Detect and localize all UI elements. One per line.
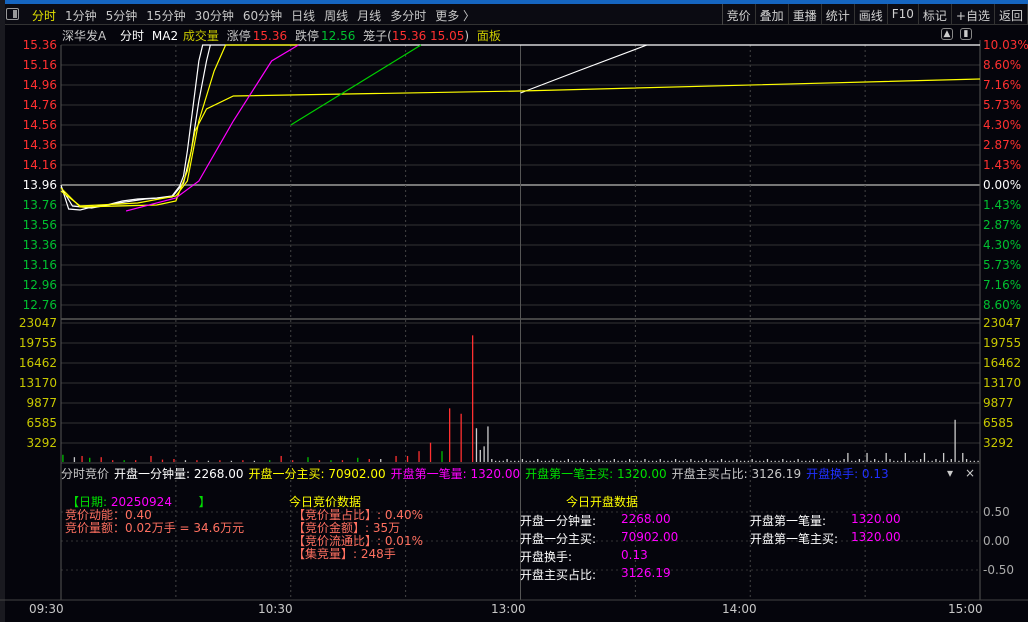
auction-axis-tick: -0.50	[983, 563, 1015, 577]
open-row-label: 开盘第一笔主买:	[750, 532, 839, 546]
price-tick: 13.96	[22, 178, 57, 192]
time-label: 15:00	[948, 602, 983, 616]
open-row-label: 开盘一分钟量:	[520, 514, 597, 528]
open-row-label: 开盘一分主买:	[520, 532, 597, 546]
auction-header-item: 开盘第一笔量: 1320.00	[390, 467, 521, 481]
volume-tick-right: 6585	[983, 416, 1014, 430]
auction-header-item: 开盘主买占比: 3126.19	[671, 467, 802, 481]
auction-header-item: 开盘第一笔主买: 1320.00	[525, 467, 667, 481]
open-row-label: 开盘第一笔量:	[750, 514, 827, 528]
price-tick: 14.96	[22, 78, 57, 92]
pct-tick: 10.03%	[983, 38, 1028, 52]
auction-amount: 竞价量额：0.02万手 = 34.6万元	[65, 521, 245, 535]
pct-tick: 8.60%	[983, 298, 1022, 312]
pct-tick: 5.73%	[983, 258, 1022, 272]
series-ma_slow	[125, 44, 299, 212]
collapse-icon[interactable]: ▾	[947, 466, 953, 480]
pct-tick: 2.87%	[983, 138, 1022, 152]
pct-tick: 8.60%	[983, 58, 1022, 72]
volume-tick-right: 3292	[983, 436, 1014, 450]
series-price2	[60, 44, 211, 209]
open-row-value: 1320.00	[851, 530, 901, 544]
price-tick: 15.16	[22, 58, 57, 72]
price-tick: 14.76	[22, 98, 57, 112]
pct-tick: 2.87%	[983, 218, 1022, 232]
auction-axis-tick: 0.00	[983, 534, 1010, 548]
time-label: 09:30	[29, 602, 64, 616]
volume-tick-right: 19755	[983, 336, 1022, 350]
auction-header: 分时竞价 开盘一分钟量: 2268.00 开盘一分主买: 70902.00 开盘第一笔…	[61, 465, 894, 482]
series-price3	[520, 44, 648, 94]
open-row-value: 1320.00	[851, 512, 901, 526]
pct-tick: 7.16%	[983, 278, 1022, 292]
volume-tick-right: 16462	[983, 356, 1022, 370]
today-open-title: 今日开盘数据	[566, 495, 639, 509]
price-tick: 14.16	[22, 158, 57, 172]
time-label: 10:30	[258, 602, 293, 616]
price-tick: 13.16	[22, 258, 57, 272]
volume-tick: 23047	[18, 316, 57, 330]
auction-axis-tick: 0.50	[983, 505, 1010, 519]
open-row-value: 3126.19	[621, 566, 671, 580]
auction-header-item: 开盘一分主买: 70902.00	[248, 467, 386, 481]
price-tick: 12.96	[22, 278, 57, 292]
time-label: 14:00	[722, 602, 757, 616]
pct-tick: 1.43%	[983, 158, 1022, 172]
time-label: 13:00	[491, 602, 526, 616]
pct-tick: 0.00%	[983, 178, 1022, 192]
volume-tick-right: 9877	[983, 396, 1014, 410]
price-tick: 13.56	[22, 218, 57, 232]
pct-tick: 5.73%	[983, 98, 1022, 112]
open-row-value: 0.13	[621, 548, 648, 562]
price-tick: 14.36	[22, 138, 57, 152]
volume-tick: 16462	[18, 356, 57, 370]
open-row-label: 开盘换手:	[520, 550, 573, 564]
open-row-label: 开盘主买占比:	[520, 568, 597, 582]
volume-tick: 9877	[26, 396, 57, 410]
pct-tick: 1.43%	[983, 198, 1022, 212]
auction-header-item: 开盘一分钟量: 2268.00	[114, 467, 244, 481]
pct-tick: 4.30%	[983, 238, 1022, 252]
volume-tick-right: 13170	[983, 376, 1022, 390]
price-tick: 15.36	[22, 38, 57, 52]
auction-panel: 分时竞价 开盘一分钟量: 2268.00 开盘一分主买: 70902.00 开盘第一笔…	[61, 463, 980, 600]
price-tick: 12.76	[22, 298, 57, 312]
volume-tick: 13170	[18, 376, 57, 390]
pct-tick: 4.30%	[983, 118, 1022, 132]
open-row-value: 70902.00	[621, 530, 679, 544]
price-tick: 13.36	[22, 238, 57, 252]
volume-tick: 19755	[18, 336, 57, 350]
volume-tick: 6585	[26, 416, 57, 430]
open-row-value: 2268.00	[621, 512, 671, 526]
close-icon[interactable]: ×	[965, 466, 975, 480]
auction-header-item: 开盘换手: 0.13	[806, 467, 889, 481]
volume-tick-right: 23047	[983, 316, 1022, 330]
today-auction-item: 【集竞量】: 248手	[293, 547, 396, 561]
volume-tick: 3292	[26, 436, 57, 450]
auction-header-item: 分时竞价	[61, 467, 110, 481]
price-tick: 13.76	[22, 198, 57, 212]
pct-tick: 7.16%	[983, 78, 1022, 92]
price-tick: 14.56	[22, 118, 57, 132]
